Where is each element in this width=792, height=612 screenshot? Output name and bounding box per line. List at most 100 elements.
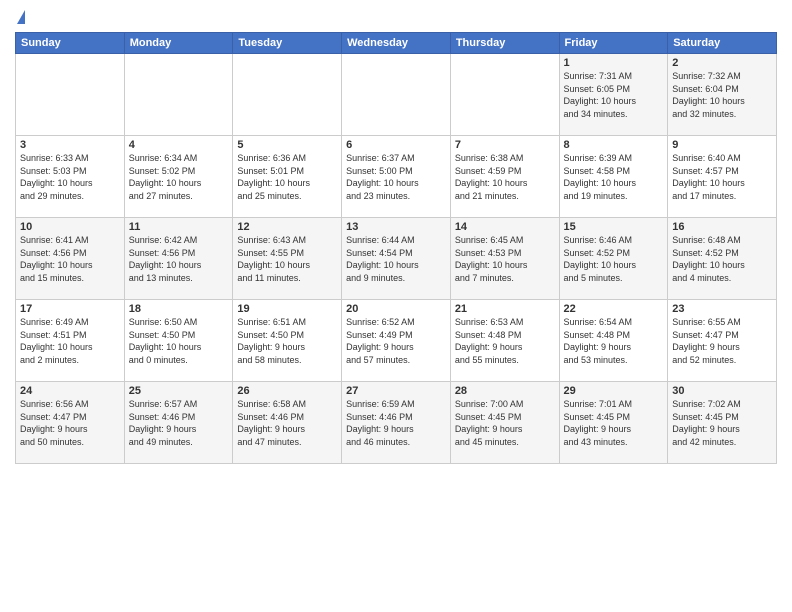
day-info: Sunrise: 6:36 AM Sunset: 5:01 PM Dayligh… <box>237 152 337 202</box>
page-container: SundayMondayTuesdayWednesdayThursdayFrid… <box>0 0 792 612</box>
calendar-week-2: 10Sunrise: 6:41 AM Sunset: 4:56 PM Dayli… <box>16 218 777 300</box>
day-info: Sunrise: 6:48 AM Sunset: 4:52 PM Dayligh… <box>672 234 772 284</box>
day-number: 11 <box>129 221 229 233</box>
day-number: 16 <box>672 221 772 233</box>
calendar-cell: 18Sunrise: 6:50 AM Sunset: 4:50 PM Dayli… <box>124 300 233 382</box>
logo <box>15 10 25 24</box>
day-number: 17 <box>20 303 120 315</box>
day-number: 1 <box>564 57 664 69</box>
day-number: 21 <box>455 303 555 315</box>
day-number: 13 <box>346 221 446 233</box>
calendar-cell: 27Sunrise: 6:59 AM Sunset: 4:46 PM Dayli… <box>342 382 451 464</box>
calendar-cell: 14Sunrise: 6:45 AM Sunset: 4:53 PM Dayli… <box>450 218 559 300</box>
calendar-cell: 30Sunrise: 7:02 AM Sunset: 4:45 PM Dayli… <box>668 382 777 464</box>
calendar-cell: 4Sunrise: 6:34 AM Sunset: 5:02 PM Daylig… <box>124 136 233 218</box>
day-number: 2 <box>672 57 772 69</box>
weekday-row: SundayMondayTuesdayWednesdayThursdayFrid… <box>16 33 777 54</box>
day-number: 20 <box>346 303 446 315</box>
calendar-body: 1Sunrise: 7:31 AM Sunset: 6:05 PM Daylig… <box>16 54 777 464</box>
day-number: 30 <box>672 385 772 397</box>
calendar-table: SundayMondayTuesdayWednesdayThursdayFrid… <box>15 32 777 464</box>
day-info: Sunrise: 7:32 AM Sunset: 6:04 PM Dayligh… <box>672 70 772 120</box>
day-info: Sunrise: 6:53 AM Sunset: 4:48 PM Dayligh… <box>455 316 555 366</box>
day-number: 9 <box>672 139 772 151</box>
day-number: 22 <box>564 303 664 315</box>
calendar-cell: 26Sunrise: 6:58 AM Sunset: 4:46 PM Dayli… <box>233 382 342 464</box>
day-info: Sunrise: 6:45 AM Sunset: 4:53 PM Dayligh… <box>455 234 555 284</box>
day-info: Sunrise: 6:54 AM Sunset: 4:48 PM Dayligh… <box>564 316 664 366</box>
day-number: 4 <box>129 139 229 151</box>
day-info: Sunrise: 7:31 AM Sunset: 6:05 PM Dayligh… <box>564 70 664 120</box>
calendar-cell <box>233 54 342 136</box>
day-info: Sunrise: 6:41 AM Sunset: 4:56 PM Dayligh… <box>20 234 120 284</box>
weekday-header-wednesday: Wednesday <box>342 33 451 54</box>
day-info: Sunrise: 6:33 AM Sunset: 5:03 PM Dayligh… <box>20 152 120 202</box>
logo-triangle-icon <box>17 10 25 24</box>
calendar-week-3: 17Sunrise: 6:49 AM Sunset: 4:51 PM Dayli… <box>16 300 777 382</box>
day-number: 15 <box>564 221 664 233</box>
day-info: Sunrise: 7:00 AM Sunset: 4:45 PM Dayligh… <box>455 398 555 448</box>
day-info: Sunrise: 6:34 AM Sunset: 5:02 PM Dayligh… <box>129 152 229 202</box>
calendar-cell <box>450 54 559 136</box>
weekday-header-saturday: Saturday <box>668 33 777 54</box>
day-number: 27 <box>346 385 446 397</box>
calendar-week-0: 1Sunrise: 7:31 AM Sunset: 6:05 PM Daylig… <box>16 54 777 136</box>
day-info: Sunrise: 6:58 AM Sunset: 4:46 PM Dayligh… <box>237 398 337 448</box>
day-number: 10 <box>20 221 120 233</box>
day-info: Sunrise: 6:37 AM Sunset: 5:00 PM Dayligh… <box>346 152 446 202</box>
calendar-cell: 5Sunrise: 6:36 AM Sunset: 5:01 PM Daylig… <box>233 136 342 218</box>
calendar-cell <box>342 54 451 136</box>
calendar-cell: 17Sunrise: 6:49 AM Sunset: 4:51 PM Dayli… <box>16 300 125 382</box>
calendar-cell: 23Sunrise: 6:55 AM Sunset: 4:47 PM Dayli… <box>668 300 777 382</box>
day-number: 7 <box>455 139 555 151</box>
calendar-cell: 7Sunrise: 6:38 AM Sunset: 4:59 PM Daylig… <box>450 136 559 218</box>
calendar-cell: 1Sunrise: 7:31 AM Sunset: 6:05 PM Daylig… <box>559 54 668 136</box>
day-info: Sunrise: 7:01 AM Sunset: 4:45 PM Dayligh… <box>564 398 664 448</box>
weekday-header-thursday: Thursday <box>450 33 559 54</box>
calendar-cell: 24Sunrise: 6:56 AM Sunset: 4:47 PM Dayli… <box>16 382 125 464</box>
calendar-cell: 13Sunrise: 6:44 AM Sunset: 4:54 PM Dayli… <box>342 218 451 300</box>
calendar-cell: 25Sunrise: 6:57 AM Sunset: 4:46 PM Dayli… <box>124 382 233 464</box>
day-number: 29 <box>564 385 664 397</box>
weekday-header-tuesday: Tuesday <box>233 33 342 54</box>
calendar-cell: 10Sunrise: 6:41 AM Sunset: 4:56 PM Dayli… <box>16 218 125 300</box>
day-info: Sunrise: 6:43 AM Sunset: 4:55 PM Dayligh… <box>237 234 337 284</box>
day-info: Sunrise: 6:42 AM Sunset: 4:56 PM Dayligh… <box>129 234 229 284</box>
calendar-cell: 12Sunrise: 6:43 AM Sunset: 4:55 PM Dayli… <box>233 218 342 300</box>
day-number: 5 <box>237 139 337 151</box>
calendar-cell: 2Sunrise: 7:32 AM Sunset: 6:04 PM Daylig… <box>668 54 777 136</box>
calendar-cell <box>16 54 125 136</box>
calendar-cell: 20Sunrise: 6:52 AM Sunset: 4:49 PM Dayli… <box>342 300 451 382</box>
day-number: 12 <box>237 221 337 233</box>
day-number: 6 <box>346 139 446 151</box>
day-info: Sunrise: 7:02 AM Sunset: 4:45 PM Dayligh… <box>672 398 772 448</box>
weekday-header-friday: Friday <box>559 33 668 54</box>
day-info: Sunrise: 6:39 AM Sunset: 4:58 PM Dayligh… <box>564 152 664 202</box>
calendar-cell: 29Sunrise: 7:01 AM Sunset: 4:45 PM Dayli… <box>559 382 668 464</box>
calendar-cell: 11Sunrise: 6:42 AM Sunset: 4:56 PM Dayli… <box>124 218 233 300</box>
weekday-header-sunday: Sunday <box>16 33 125 54</box>
day-info: Sunrise: 6:40 AM Sunset: 4:57 PM Dayligh… <box>672 152 772 202</box>
day-info: Sunrise: 6:57 AM Sunset: 4:46 PM Dayligh… <box>129 398 229 448</box>
day-number: 25 <box>129 385 229 397</box>
day-number: 8 <box>564 139 664 151</box>
day-number: 23 <box>672 303 772 315</box>
page-header <box>15 10 777 24</box>
calendar-week-4: 24Sunrise: 6:56 AM Sunset: 4:47 PM Dayli… <box>16 382 777 464</box>
day-info: Sunrise: 6:44 AM Sunset: 4:54 PM Dayligh… <box>346 234 446 284</box>
calendar-cell: 19Sunrise: 6:51 AM Sunset: 4:50 PM Dayli… <box>233 300 342 382</box>
day-number: 28 <box>455 385 555 397</box>
day-number: 24 <box>20 385 120 397</box>
day-info: Sunrise: 6:51 AM Sunset: 4:50 PM Dayligh… <box>237 316 337 366</box>
weekday-header-monday: Monday <box>124 33 233 54</box>
day-number: 18 <box>129 303 229 315</box>
day-info: Sunrise: 6:52 AM Sunset: 4:49 PM Dayligh… <box>346 316 446 366</box>
day-number: 14 <box>455 221 555 233</box>
day-info: Sunrise: 6:50 AM Sunset: 4:50 PM Dayligh… <box>129 316 229 366</box>
calendar-cell: 28Sunrise: 7:00 AM Sunset: 4:45 PM Dayli… <box>450 382 559 464</box>
day-number: 19 <box>237 303 337 315</box>
calendar-header: SundayMondayTuesdayWednesdayThursdayFrid… <box>16 33 777 54</box>
day-info: Sunrise: 6:49 AM Sunset: 4:51 PM Dayligh… <box>20 316 120 366</box>
day-number: 26 <box>237 385 337 397</box>
day-number: 3 <box>20 139 120 151</box>
